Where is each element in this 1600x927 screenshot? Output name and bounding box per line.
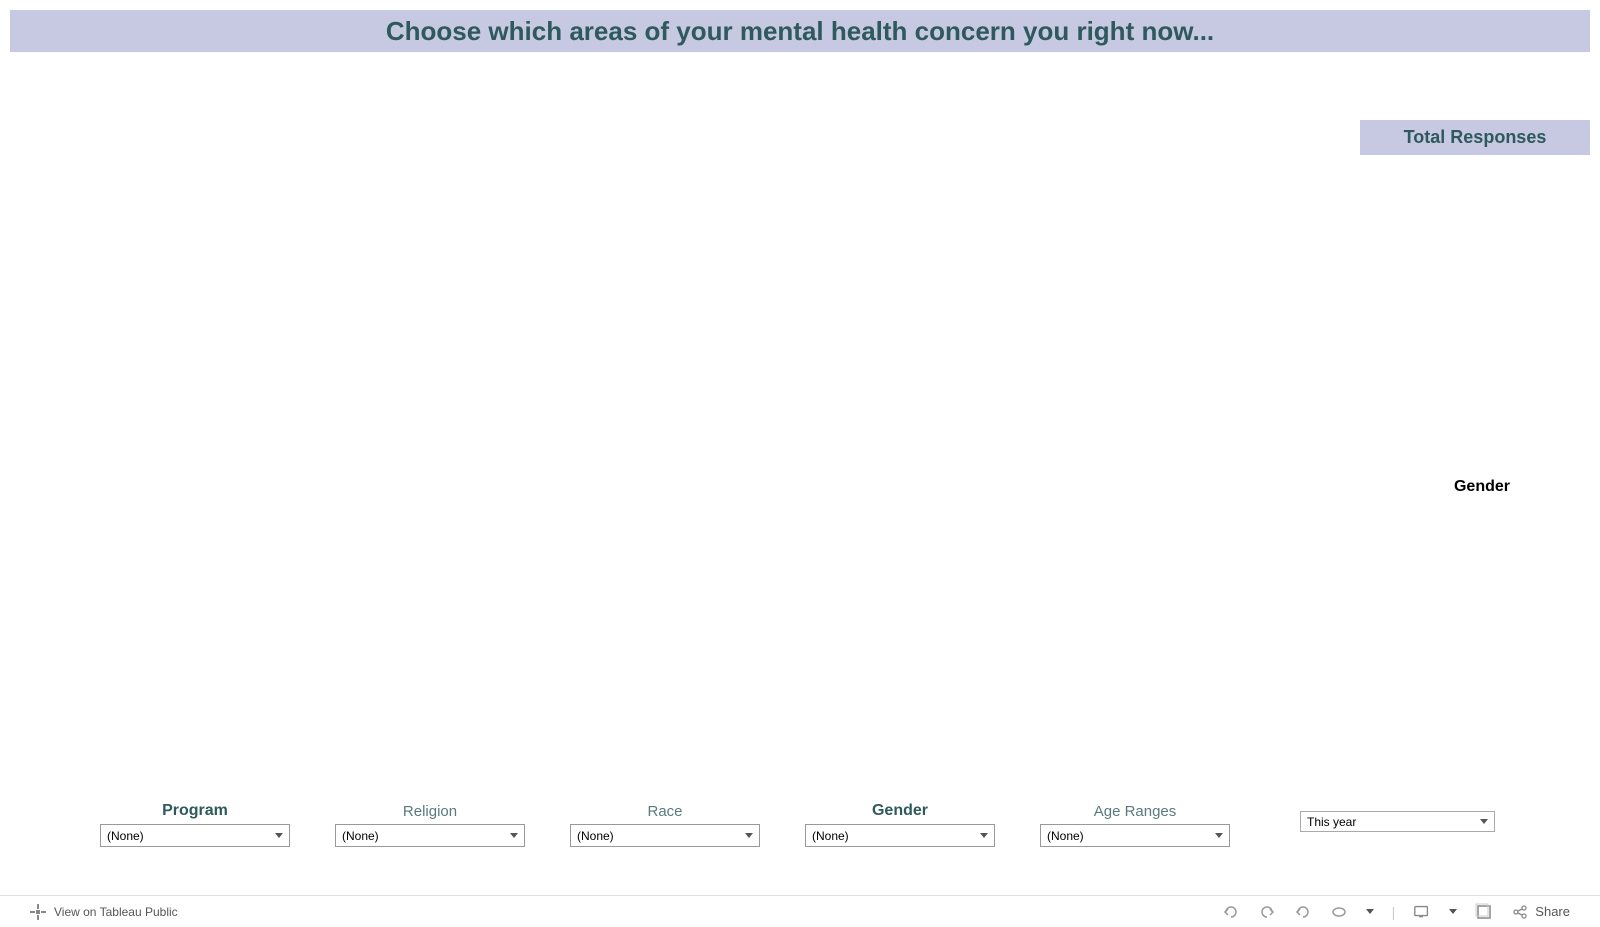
filter-age-group: Age Ranges (None) (1040, 803, 1230, 847)
filter-religion-value: (None) (342, 829, 379, 843)
undo-icon[interactable] (1222, 903, 1240, 921)
filter-gender-value: (None) (812, 829, 849, 843)
filter-time-dropdown[interactable]: This year (1300, 811, 1495, 832)
total-responses-label: Total Responses (1404, 127, 1547, 148)
filter-program-group: Program (None) (100, 802, 290, 847)
toolbar-right: | Share (1222, 903, 1570, 921)
filter-gender-dropdown[interactable]: (None) (805, 824, 995, 847)
dropdown-arrow-icon[interactable] (1449, 903, 1457, 921)
dropdown-arrow-icon[interactable] (1366, 903, 1374, 921)
chevron-down-icon (275, 833, 283, 838)
filter-religion-label: Religion (403, 803, 457, 820)
filter-race-dropdown[interactable]: (None) (570, 824, 760, 847)
share-button[interactable]: Share (1511, 903, 1570, 921)
share-icon (1511, 903, 1529, 921)
filter-race-label: Race (647, 803, 682, 820)
filter-gender-label: Gender (872, 802, 928, 820)
filter-time-value: This year (1307, 815, 1356, 829)
chevron-down-icon (980, 833, 988, 838)
chevron-down-icon (510, 833, 518, 838)
share-label: Share (1535, 904, 1570, 919)
chevron-down-icon (745, 833, 753, 838)
filter-age-value: (None) (1047, 829, 1084, 843)
chevron-down-icon (1215, 833, 1223, 838)
redo-icon[interactable] (1258, 903, 1276, 921)
filter-age-dropdown[interactable]: (None) (1040, 824, 1230, 847)
filter-program-dropdown[interactable]: (None) (100, 824, 290, 847)
filter-religion-group: Religion (None) (335, 803, 525, 847)
filter-program-value: (None) (107, 829, 144, 843)
total-responses-panel: Total Responses (1360, 120, 1590, 155)
refresh-icon[interactable] (1330, 903, 1348, 921)
chevron-down-icon (1480, 819, 1488, 824)
revert-icon[interactable] (1294, 903, 1312, 921)
toolbar-left: View on Tableau Public (30, 904, 178, 920)
filter-race-group: Race (None) (570, 803, 760, 847)
toolbar-separator: | (1392, 904, 1396, 920)
page-title: Choose which areas of your mental health… (386, 16, 1214, 47)
gender-section-label: Gender (1454, 478, 1510, 496)
filter-program-label: Program (162, 802, 228, 820)
filter-age-label: Age Ranges (1094, 803, 1177, 820)
title-bar: Choose which areas of your mental health… (10, 10, 1590, 52)
view-tableau-link[interactable]: View on Tableau Public (54, 905, 178, 919)
device-preview-icon[interactable] (1413, 903, 1431, 921)
filter-time-group: This year (1300, 811, 1495, 832)
filter-religion-dropdown[interactable]: (None) (335, 824, 525, 847)
bottom-toolbar: View on Tableau Public | (0, 895, 1600, 927)
fullscreen-icon[interactable] (1475, 903, 1493, 921)
filter-gender-group: Gender (None) (805, 802, 995, 847)
tableau-logo-icon (30, 904, 46, 920)
filter-race-value: (None) (577, 829, 614, 843)
filters-row: Program (None) Religion (None) Race (Non… (100, 802, 1500, 847)
